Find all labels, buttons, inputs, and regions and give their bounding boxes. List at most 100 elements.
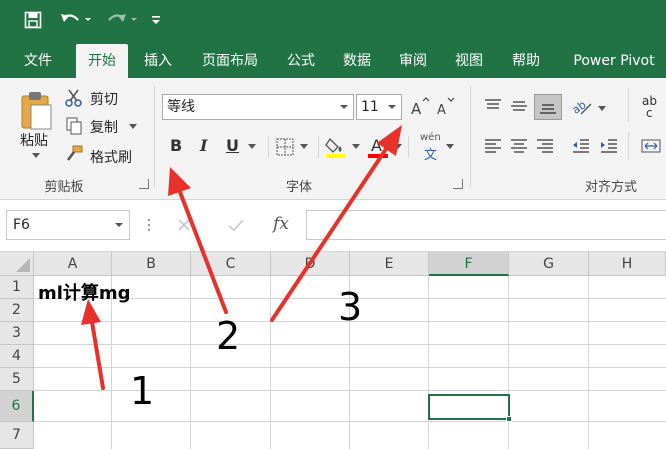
customize-icon[interactable] bbox=[148, 6, 164, 34]
format-painter-icon[interactable] bbox=[64, 144, 84, 164]
row-header-1[interactable]: 1 bbox=[0, 276, 34, 299]
group-divider bbox=[154, 86, 155, 188]
chevron-down-icon[interactable] bbox=[392, 142, 404, 150]
annotation-label-1: 1 bbox=[130, 369, 155, 413]
align-bottom-icon[interactable] bbox=[534, 94, 562, 120]
phonetic-guide-top[interactable]: wén bbox=[420, 132, 441, 143]
grid-line bbox=[428, 276, 429, 449]
save-icon[interactable] bbox=[20, 6, 46, 34]
merge-center-icon[interactable] bbox=[640, 136, 662, 156]
active-cell-f6[interactable] bbox=[428, 394, 510, 420]
copy-label[interactable]: 复制 bbox=[90, 117, 118, 137]
fill-color-icon[interactable] bbox=[324, 134, 348, 160]
align-top-icon[interactable] bbox=[482, 96, 504, 116]
column-header-e[interactable]: E bbox=[350, 252, 429, 276]
fill-handle[interactable] bbox=[506, 416, 512, 422]
name-box[interactable]: F6 bbox=[6, 210, 130, 240]
chevron-down-icon[interactable] bbox=[128, 122, 138, 130]
align-left-icon[interactable] bbox=[482, 136, 504, 156]
formula-input[interactable] bbox=[306, 210, 666, 240]
grid-line bbox=[34, 344, 666, 345]
tab-review[interactable]: 审阅 bbox=[390, 44, 436, 78]
cancel-icon[interactable] bbox=[172, 214, 196, 236]
grid-line bbox=[270, 276, 271, 449]
tab-home[interactable]: 开始 bbox=[76, 44, 128, 78]
row-header-2[interactable]: 2 bbox=[0, 299, 34, 322]
scissors-icon[interactable] bbox=[64, 88, 84, 108]
wrap-text-bottom[interactable]: c bbox=[646, 106, 653, 120]
tab-page-layout[interactable]: 页面布局 bbox=[192, 44, 268, 78]
formula-bar: F6 fx bbox=[0, 200, 666, 252]
clipboard-launcher-icon[interactable] bbox=[139, 179, 149, 189]
copy-icon[interactable] bbox=[64, 116, 84, 136]
column-header-a[interactable]: A bbox=[34, 252, 112, 276]
phonetic-guide-bottom[interactable]: 文 bbox=[424, 144, 437, 163]
grid-line bbox=[508, 276, 509, 449]
font-launcher-icon[interactable] bbox=[453, 179, 463, 189]
align-middle-icon[interactable] bbox=[508, 96, 530, 116]
chevron-down-icon[interactable] bbox=[30, 150, 42, 160]
svg-text:A: A bbox=[371, 136, 382, 155]
clipboard-group-label: 剪贴板 bbox=[44, 180, 84, 195]
orientation-icon[interactable]: ab bbox=[570, 96, 594, 118]
undo-icon[interactable] bbox=[56, 6, 94, 34]
tab-power-pivot[interactable]: Power Pivot bbox=[562, 44, 666, 78]
font-size-select[interactable]: 11 bbox=[356, 94, 402, 120]
align-right-icon[interactable] bbox=[534, 136, 556, 156]
tab-file[interactable]: 文件 bbox=[12, 44, 64, 78]
cell-a1[interactable]: ml计算mg bbox=[38, 279, 131, 305]
ribbon: 粘贴 剪切 复制 格式刷 剪贴板 等线 11 A A B I U A wén 文… bbox=[0, 78, 666, 200]
underline-button[interactable]: U bbox=[226, 136, 239, 155]
insert-function-button[interactable]: fx bbox=[268, 212, 294, 236]
tab-insert[interactable]: 插入 bbox=[134, 44, 182, 78]
chevron-down-icon[interactable] bbox=[444, 142, 456, 150]
increase-font-size-icon[interactable]: A bbox=[408, 96, 432, 118]
tab-help[interactable]: 帮助 bbox=[502, 44, 550, 78]
chevron-down-icon[interactable] bbox=[350, 142, 362, 150]
cut-label[interactable]: 剪切 bbox=[90, 89, 118, 109]
column-header-g[interactable]: G bbox=[509, 252, 589, 276]
divider bbox=[268, 136, 269, 158]
quick-access-toolbar bbox=[0, 0, 666, 40]
increase-indent-icon[interactable] bbox=[598, 136, 620, 156]
tab-view[interactable]: 视图 bbox=[446, 44, 492, 78]
column-header-f[interactable]: F bbox=[429, 252, 509, 276]
row-header-4[interactable]: 4 bbox=[0, 345, 34, 368]
column-header-c[interactable]: C bbox=[191, 252, 271, 276]
enter-icon[interactable] bbox=[224, 214, 248, 236]
select-all-corner[interactable] bbox=[0, 252, 34, 276]
chevron-down-icon[interactable] bbox=[298, 142, 310, 150]
chevron-down-icon[interactable] bbox=[596, 104, 608, 112]
font-color-icon[interactable]: A bbox=[366, 134, 390, 160]
row-header-6[interactable]: 6 bbox=[0, 391, 34, 422]
name-box-value: F6 bbox=[13, 217, 30, 233]
italic-button[interactable]: I bbox=[200, 136, 207, 155]
redo-icon[interactable] bbox=[100, 6, 140, 34]
ribbon-tabs: 文件 开始 插入 页面布局 公式 数据 审阅 视图 帮助 Power Pivot bbox=[0, 40, 666, 78]
worksheet-grid: A B C D E F G H 1 2 3 4 5 6 7 ml计算mg bbox=[0, 252, 666, 449]
bold-button[interactable]: B bbox=[170, 136, 182, 155]
annotation-label-2: 2 bbox=[216, 314, 241, 358]
font-name-value: 等线 bbox=[167, 99, 195, 115]
tab-data[interactable]: 数据 bbox=[334, 44, 380, 78]
borders-icon[interactable] bbox=[274, 136, 296, 158]
format-painter-label[interactable]: 格式刷 bbox=[90, 147, 132, 167]
grid-line bbox=[190, 276, 191, 449]
paste-icon[interactable] bbox=[14, 88, 58, 134]
row-header-3[interactable]: 3 bbox=[0, 322, 34, 345]
column-header-h[interactable]: H bbox=[589, 252, 666, 276]
drag-handle-icon[interactable] bbox=[146, 214, 152, 236]
column-header-d[interactable]: D bbox=[271, 252, 350, 276]
font-name-select[interactable]: 等线 bbox=[162, 94, 354, 120]
paste-label[interactable]: 粘贴 bbox=[20, 130, 48, 150]
row-header-7[interactable]: 7 bbox=[0, 422, 34, 449]
decrease-font-size-icon[interactable]: A bbox=[434, 96, 458, 118]
decrease-indent-icon[interactable] bbox=[570, 136, 592, 156]
column-header-b[interactable]: B bbox=[112, 252, 191, 276]
align-center-icon[interactable] bbox=[508, 136, 530, 156]
tab-formulas[interactable]: 公式 bbox=[278, 44, 324, 78]
svg-text:ab: ab bbox=[571, 98, 589, 117]
row-header-5[interactable]: 5 bbox=[0, 368, 34, 391]
chevron-down-icon[interactable] bbox=[246, 142, 258, 150]
chevron-down-icon bbox=[115, 223, 123, 227]
